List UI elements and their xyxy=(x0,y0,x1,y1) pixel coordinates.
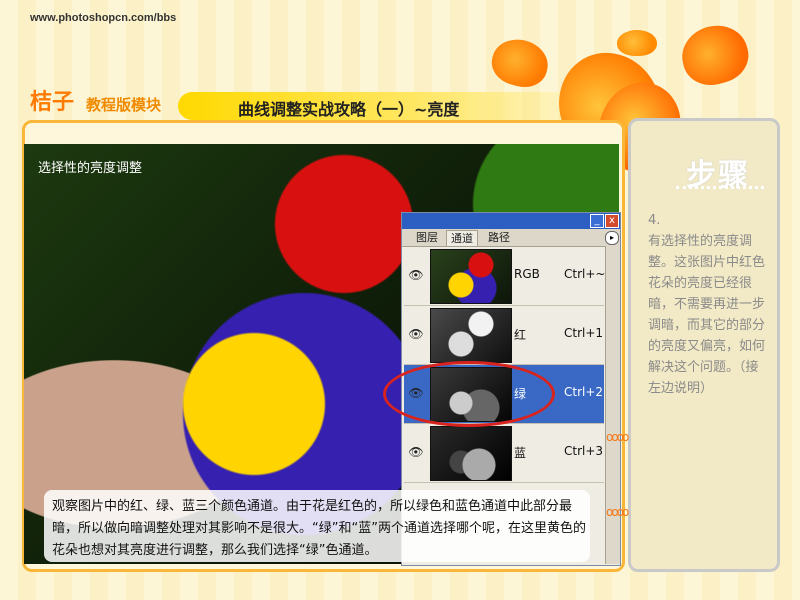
photo-label: 选择性的亮度调整 xyxy=(38,161,143,176)
caption-text: 观察图片中的红、绿、蓝三个颜色通道。由于花是红色的，所以绿色和蓝色通道中此部分最… xyxy=(52,499,586,558)
eye-icon[interactable]: 👁 xyxy=(408,326,424,342)
page-title: 曲线调整实战攻略（一）~亮度 xyxy=(238,100,460,119)
brand-subtitle: 教程版模块 xyxy=(86,96,162,114)
steps-divider xyxy=(676,186,764,193)
channel-row-blue[interactable]: 👁 蓝 Ctrl+3 xyxy=(404,424,604,483)
channel-thumbnail xyxy=(430,249,512,304)
steps-text: 4. 有选择性的亮度调整。这张图片中红色花朵的亮度已经很暗，不需要再进一步调暗，… xyxy=(648,210,770,399)
channel-name: RGB xyxy=(514,267,540,281)
brand-logo: 桔子 xyxy=(30,90,75,115)
minimize-icon[interactable]: _ xyxy=(590,214,604,228)
channel-thumbnail xyxy=(430,308,512,363)
channel-row-rgb[interactable]: 👁 RGB Ctrl+~ xyxy=(404,247,606,306)
channel-shortcut: Ctrl+2 xyxy=(564,385,604,399)
panel-menu-icon[interactable]: ▸ xyxy=(605,231,619,245)
step-description: 有选择性的亮度调整。这张图片中红色花朵的亮度已经很暗，不需要再进一步调暗，而其它… xyxy=(648,234,766,396)
channel-row-red[interactable]: 👁 红 Ctrl+1 xyxy=(404,306,604,365)
tab-paths[interactable]: 路径 xyxy=(484,230,514,245)
site-url[interactable]: www.photoshopcn.com/bbs xyxy=(30,12,176,24)
panel-titlebar[interactable]: _ x xyxy=(402,213,620,229)
close-icon[interactable]: x xyxy=(605,214,619,228)
channel-shortcut: Ctrl+3 xyxy=(564,444,604,458)
panel-tabs: 图层 通道 路径 ▸ xyxy=(402,229,620,247)
highlight-ring xyxy=(383,361,555,427)
eye-icon[interactable]: 👁 xyxy=(408,267,424,283)
channel-shortcut: Ctrl+1 xyxy=(564,326,604,340)
channel-name: 蓝 xyxy=(514,446,527,460)
channel-shortcut: Ctrl+~ xyxy=(564,267,606,281)
chain-rings-icon: oooo xyxy=(606,505,629,519)
eye-icon[interactable]: 👁 xyxy=(408,444,424,460)
tab-channels[interactable]: 通道 xyxy=(446,230,478,246)
channel-name: 红 xyxy=(514,328,527,342)
chain-rings-icon: oooo xyxy=(606,430,629,444)
tab-layers[interactable]: 图层 xyxy=(412,230,442,245)
channel-thumbnail xyxy=(430,426,512,481)
butterfly-decoration xyxy=(617,30,657,56)
step-number: 4. xyxy=(648,213,661,228)
